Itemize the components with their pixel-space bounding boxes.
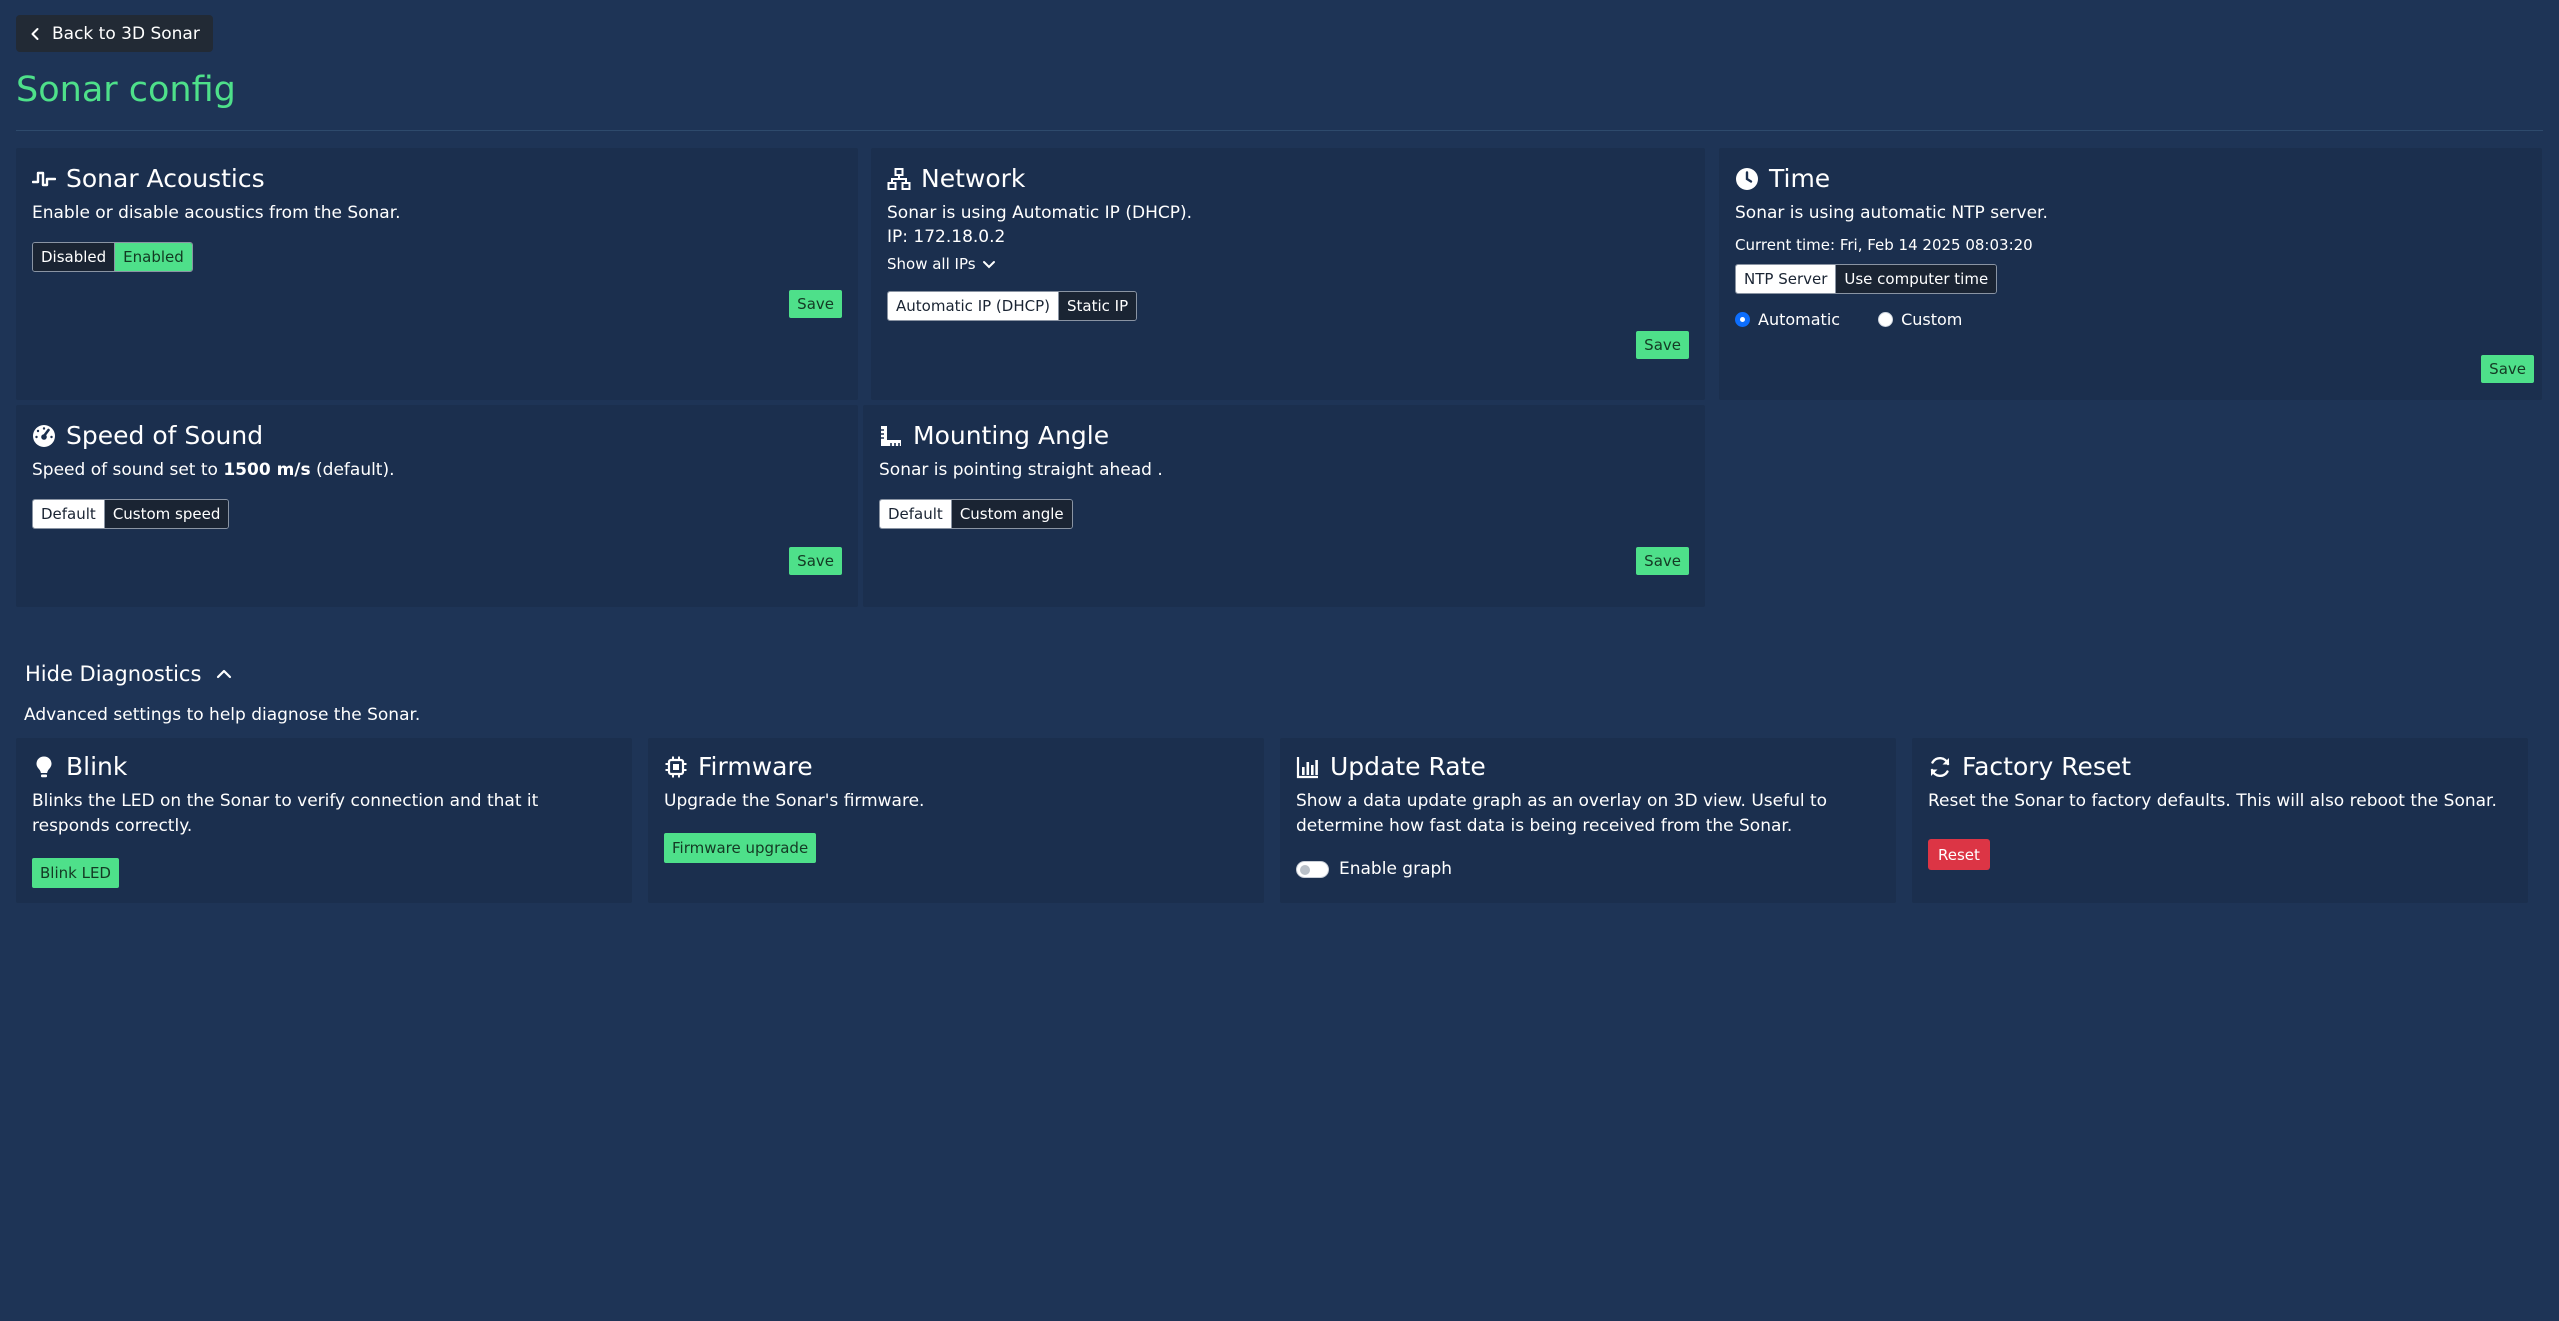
radio-custom-label: Custom (1901, 310, 1963, 329)
network-card: Network Sonar is using Automatic IP (DHC… (871, 148, 1705, 400)
speed-option-custom[interactable]: Custom speed (103, 500, 229, 528)
speed-desc-suffix: (default). (310, 460, 395, 480)
time-source-toggle: NTP Server Use computer time (1735, 264, 1998, 294)
radio-custom[interactable] (1878, 312, 1894, 327)
mounting-option-custom[interactable]: Custom angle (950, 500, 1072, 528)
network-description: Sonar is using Automatic IP (DHCP). (887, 203, 1193, 223)
show-all-ips-toggle[interactable]: Show all IPs (887, 255, 996, 273)
time-option-ntp[interactable]: NTP Server (1736, 265, 1836, 293)
acoustics-save-button[interactable]: Save (789, 290, 842, 318)
time-current: Current time: Fri, Feb 14 2025 08:03:20 (1735, 236, 2033, 254)
hide-diagnostics-label: Hide Diagnostics (25, 662, 202, 686)
enable-graph-label: Enable graph (1339, 859, 1453, 879)
time-option-computer[interactable]: Use computer time (1835, 265, 1997, 293)
mounting-description: Sonar is pointing straight ahead . (879, 460, 1163, 480)
acoustics-title-text: Sonar Acoustics (66, 164, 265, 193)
firmware-upgrade-button[interactable]: Firmware upgrade (664, 833, 817, 863)
speed-desc-prefix: Speed of sound set to (32, 460, 224, 480)
time-title: Time (1735, 164, 1830, 193)
ruler-icon (881, 425, 901, 446)
back-button-label: Back to 3D Sonar (52, 23, 200, 44)
mounting-mode-toggle: Default Custom angle (879, 499, 1073, 529)
blink-title-text: Blink (66, 752, 128, 781)
network-option-dhcp[interactable]: Automatic IP (DHCP) (888, 292, 1058, 320)
chevron-down-icon (982, 261, 995, 269)
network-icon (887, 167, 911, 190)
factory-reset-card: Factory Reset Reset the Sonar to factory… (1912, 738, 2528, 903)
waveform-icon (32, 171, 56, 186)
mounting-card: Mounting Angle Sonar is pointing straigh… (863, 405, 1705, 607)
time-save-button[interactable]: Save (2481, 355, 2534, 383)
page-title: Sonar config (16, 70, 236, 110)
enable-graph-switch[interactable] (1296, 860, 1329, 878)
firmware-title: Firmware (664, 752, 813, 781)
acoustics-description: Enable or disable acoustics from the Son… (32, 203, 401, 223)
radio-automatic[interactable] (1735, 312, 1750, 327)
network-title: Network (887, 164, 1025, 193)
network-ip: IP: 172.18.0.2 (887, 227, 1006, 247)
lightbulb-icon (36, 756, 52, 777)
update-rate-title-text: Update Rate (1330, 752, 1486, 781)
acoustics-option-disabled[interactable]: Disabled (33, 243, 115, 271)
factory-reset-description: Reset the Sonar to factory defaults. Thi… (1928, 791, 2497, 811)
ntp-radio-group: Automatic Custom (1735, 310, 1962, 329)
time-card: Time Sonar is using automatic NTP server… (1719, 148, 2542, 400)
mounting-option-default[interactable]: Default (880, 500, 951, 528)
update-rate-card: Update Rate Show a data update graph as … (1280, 738, 1896, 903)
show-all-ips-label: Show all IPs (887, 255, 976, 273)
factory-reset-title: Factory Reset (1928, 752, 2131, 781)
chevron-up-icon (217, 669, 232, 679)
reset-button[interactable]: Reset (1928, 839, 1990, 870)
speed-title-text: Speed of Sound (66, 421, 264, 450)
acoustics-card: Sonar Acoustics Enable or disable acoust… (16, 148, 858, 400)
blink-title: Blink (32, 752, 127, 781)
bar-chart-icon (1296, 756, 1318, 778)
speed-option-default[interactable]: Default (33, 500, 104, 528)
mounting-save-button[interactable]: Save (1636, 547, 1689, 575)
speed-mode-toggle: Default Custom speed (32, 499, 230, 529)
network-title-text: Network (921, 164, 1026, 193)
gauge-icon (33, 424, 55, 447)
speed-description: Speed of sound set to 1500 m/s (default)… (32, 458, 395, 483)
refresh-icon (1930, 756, 1950, 777)
network-save-button[interactable]: Save (1636, 331, 1689, 359)
clock-icon (1736, 167, 1758, 190)
firmware-card: Firmware Upgrade the Sonar's firmware. F… (648, 738, 1264, 903)
speed-card: Speed of Sound Speed of sound set to 150… (16, 405, 858, 607)
blink-card: Blink Blinks the LED on the Sonar to ver… (16, 738, 632, 903)
blink-led-button[interactable]: Blink LED (32, 858, 119, 888)
firmware-description: Upgrade the Sonar's firmware. (664, 791, 925, 811)
enable-graph-row: Enable graph (1296, 859, 1452, 879)
factory-reset-title-text: Factory Reset (1962, 752, 2132, 781)
acoustics-option-enabled[interactable]: Enabled (114, 243, 192, 271)
radio-automatic-label: Automatic (1758, 310, 1841, 329)
blink-description: Blinks the LED on the Sonar to verify co… (32, 791, 539, 836)
diagnostics-subtitle: Advanced settings to help diagnose the S… (24, 705, 421, 725)
back-button[interactable]: Back to 3D Sonar (16, 15, 213, 52)
time-description: Sonar is using automatic NTP server. (1735, 203, 2048, 223)
chevron-left-icon (31, 27, 39, 40)
speed-save-button[interactable]: Save (789, 547, 842, 575)
network-mode-toggle: Automatic IP (DHCP) Static IP (887, 291, 1138, 321)
chip-icon (665, 756, 687, 777)
acoustics-title: Sonar Acoustics (32, 164, 265, 193)
hide-diagnostics-toggle[interactable]: Hide Diagnostics (25, 662, 233, 686)
time-title-text: Time (1769, 164, 1831, 193)
mounting-title: Mounting Angle (879, 421, 1109, 450)
network-option-static[interactable]: Static IP (1057, 292, 1137, 320)
speed-title: Speed of Sound (32, 421, 263, 450)
mounting-title-text: Mounting Angle (913, 421, 1110, 450)
update-rate-description: Show a data update graph as an overlay o… (1296, 791, 1828, 836)
title-divider (16, 130, 2543, 131)
update-rate-title: Update Rate (1296, 752, 1486, 781)
acoustics-toggle: Disabled Enabled (32, 242, 193, 272)
firmware-title-text: Firmware (698, 752, 813, 781)
speed-desc-value: 1500 m/s (223, 460, 311, 480)
